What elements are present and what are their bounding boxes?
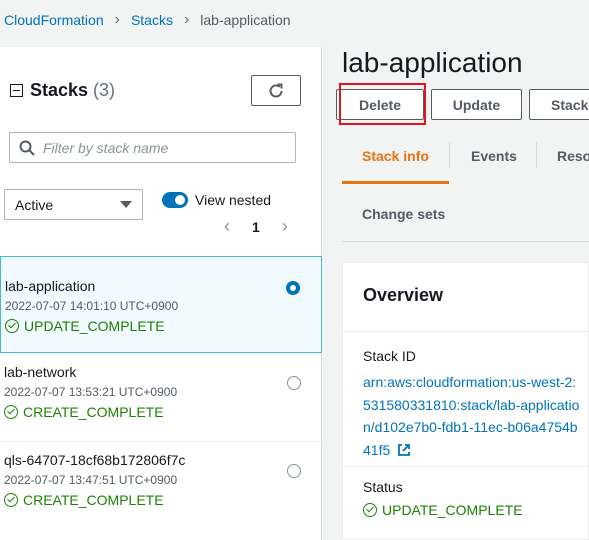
check-circle-icon	[4, 493, 18, 507]
stack-status: CREATE_COMPLETE	[4, 492, 322, 508]
stack-time: 2022-07-07 13:53:21 UTC+0900	[4, 385, 178, 399]
refresh-icon	[269, 83, 283, 97]
tab-stack-info[interactable]: Stack info	[362, 148, 429, 164]
tab-divider	[536, 142, 537, 168]
check-circle-icon	[4, 405, 18, 419]
tab-events[interactable]: Events	[471, 148, 517, 164]
search-icon	[19, 140, 35, 156]
overview-panel: Overview Stack ID arn:aws:cloudformation…	[342, 262, 589, 540]
status-filter-value: Active	[15, 196, 54, 213]
stack-id-link[interactable]: arn:aws:cloudformation:us-west-2:5315803…	[363, 371, 583, 461]
stack-actions-button[interactable]: Stack	[529, 89, 589, 120]
pagination: ‹ 1 ›	[224, 216, 288, 237]
stack-time: 2022-07-07 13:47:51 UTC+0900	[4, 473, 178, 487]
active-tab-indicator	[342, 181, 449, 184]
overview-status-text: UPDATE_COMPLETE	[382, 502, 523, 518]
stack-radio[interactable]	[286, 281, 300, 295]
stack-radio[interactable]	[287, 376, 301, 390]
stack-status: UPDATE_COMPLETE	[5, 318, 321, 334]
tab-change-sets[interactable]: Change sets	[362, 206, 445, 222]
breadcrumb-stacks[interactable]: Stacks	[131, 12, 173, 28]
breadcrumb: CloudFormation › Stacks › lab-applicatio…	[4, 11, 291, 29]
view-nested-label: View nested	[195, 192, 272, 208]
chevron-right-icon[interactable]: ›	[282, 216, 288, 237]
external-link-icon[interactable]	[397, 443, 411, 457]
chevron-right-icon: ›	[114, 11, 120, 28]
stack-row[interactable]: lab-application 2022-07-07 14:01:10 UTC+…	[0, 256, 322, 353]
chevron-left-icon[interactable]: ‹	[224, 216, 230, 237]
page-title: lab-application	[342, 47, 523, 78]
chevron-right-icon: ›	[183, 11, 190, 28]
tab-resources[interactable]: Reso	[557, 148, 589, 164]
filter-field[interactable]	[9, 132, 296, 163]
stack-name[interactable]: lab-application	[5, 278, 321, 294]
stack-list: lab-application 2022-07-07 14:01:10 UTC+…	[0, 256, 322, 529]
status-filter-select[interactable]: Active	[4, 189, 143, 220]
stack-name[interactable]: qls-64707-18cf68b172806f7c	[4, 452, 322, 468]
check-circle-icon	[363, 503, 377, 517]
stack-status-text: UPDATE_COMPLETE	[24, 318, 165, 334]
stack-status-text: CREATE_COMPLETE	[23, 492, 164, 508]
divider	[343, 331, 588, 332]
divider	[343, 466, 588, 467]
toggle-switch[interactable]	[162, 192, 188, 208]
collapse-icon[interactable]	[10, 84, 23, 97]
view-nested-toggle[interactable]: View nested	[162, 192, 271, 208]
stack-name[interactable]: lab-network	[4, 364, 322, 380]
stack-row[interactable]: qls-64707-18cf68b172806f7c 2022-07-07 13…	[0, 441, 322, 529]
check-circle-icon	[5, 319, 19, 333]
detail-tabs: Stack info Events Reso Change sets	[342, 138, 589, 242]
stack-time: 2022-07-07 14:01:10 UTC+0900	[5, 299, 179, 313]
breadcrumb-cloudformation[interactable]: CloudFormation	[4, 12, 104, 28]
overview-title: Overview	[363, 285, 444, 305]
update-button[interactable]: Update	[431, 89, 522, 120]
stack-status: CREATE_COMPLETE	[4, 404, 322, 420]
delete-highlight-box	[339, 83, 426, 125]
panel-title: Stacks (3)	[10, 80, 115, 101]
stack-radio[interactable]	[287, 464, 301, 478]
status-label: Status	[363, 479, 403, 495]
filter-input[interactable]	[43, 139, 283, 156]
caret-down-icon	[120, 201, 132, 208]
page-number[interactable]: 1	[252, 219, 260, 235]
overview-status: UPDATE_COMPLETE	[363, 502, 523, 518]
stack-count: (3)	[93, 80, 116, 100]
refresh-button[interactable]	[251, 75, 301, 106]
stack-status-text: CREATE_COMPLETE	[23, 404, 164, 420]
panel-title-text: Stacks	[30, 80, 89, 100]
tab-divider	[449, 142, 450, 168]
breadcrumb-current: lab-application	[200, 12, 291, 28]
stack-id-value[interactable]: arn:aws:cloudformation:us-west-2:5315803…	[363, 374, 579, 458]
stack-row[interactable]: lab-network 2022-07-07 13:53:21 UTC+0900…	[0, 353, 322, 441]
stack-id-label: Stack ID	[363, 348, 416, 364]
